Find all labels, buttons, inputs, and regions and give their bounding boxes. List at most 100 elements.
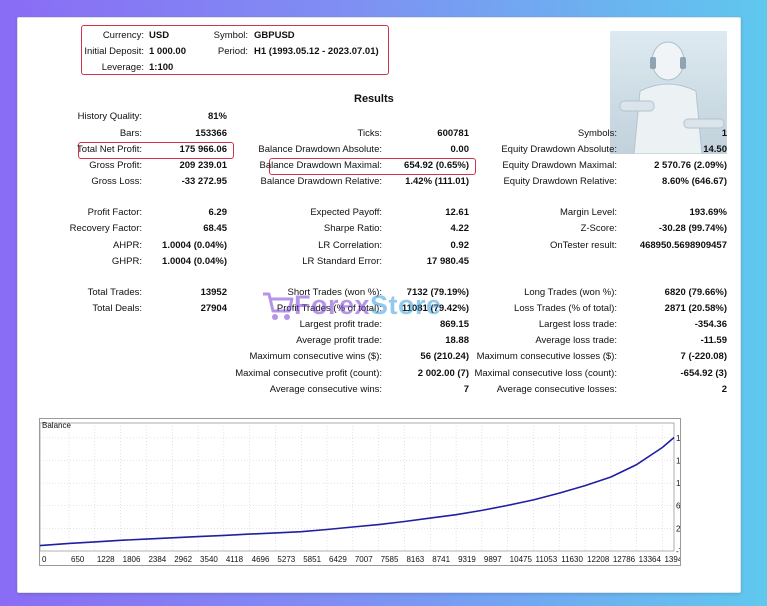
z-score-label: Z-Score:	[580, 223, 617, 234]
loss-trades-value: 2871 (20.58%)	[664, 303, 727, 314]
x-tick-label: 0	[42, 555, 47, 564]
y-tick-label: 175393	[676, 434, 680, 443]
maximal-consecutive-profit-label: Maximal consecutive profit (count):	[235, 368, 382, 379]
y-tick-label: -7812	[676, 547, 680, 556]
balance-chart: 0 650 1228 1806 2384 2962 3540 4118 4696 5273 5851…	[39, 418, 681, 566]
ticks-label: Ticks:	[357, 128, 382, 139]
profit-factor-label: Profit Factor:	[87, 207, 142, 218]
margin-level-label: Margin Level:	[559, 207, 617, 218]
largest-loss-trade-label: Largest loss trade:	[538, 319, 617, 330]
ticks-value: 600781	[437, 128, 469, 139]
total-net-profit-value: 175 966.06	[179, 144, 227, 155]
short-trades-value: 7132 (79.19%)	[406, 287, 469, 298]
bars-value: 153366	[195, 128, 227, 139]
x-tick-label: 12208	[587, 555, 610, 564]
maximal-consecutive-profit-value: 2 002.00 (7)	[417, 368, 469, 379]
x-tick-label: 4696	[252, 555, 270, 564]
largest-loss-trade-value: -354.36	[694, 319, 727, 330]
z-score-value: -30.28 (99.74%)	[658, 223, 727, 234]
ontester-result-label: OnTester result:	[549, 240, 617, 251]
y-tick-label: 65470	[676, 502, 680, 511]
x-tick-label: 3540	[200, 555, 218, 564]
largest-profit-trade-value: 869.15	[439, 319, 469, 330]
lr-correlation-value: 0.92	[450, 240, 470, 251]
chart-title: Balance	[42, 421, 71, 430]
x-tick-label: 9319	[458, 555, 476, 564]
report-panel: Currency: USD Initial Deposit: 1 000.00 …	[17, 17, 741, 593]
expected-payoff-label: Expected Payoff:	[310, 207, 382, 218]
ahpr-value: 1.0004 (0.04%)	[162, 240, 227, 251]
x-tick-label: 2384	[148, 555, 166, 564]
equity-drawdown-relative-value: 8.60% (646.67)	[662, 176, 727, 187]
results-title: Results	[354, 93, 394, 105]
currency-value: USD	[149, 30, 170, 41]
ahpr-label: AHPR:	[112, 240, 142, 251]
total-deals-label: Total Deals:	[92, 303, 142, 314]
balance-drawdown-maximal-value: 654.92 (0.65%)	[404, 160, 469, 171]
currency-label: Currency:	[102, 30, 144, 41]
x-tick-label: 9897	[484, 555, 502, 564]
y-tick-label: 138752	[676, 456, 680, 465]
bars-label: Bars:	[119, 128, 142, 139]
average-consecutive-losses-label: Average consecutive losses:	[496, 384, 617, 395]
x-tick-label: 10475	[510, 555, 533, 564]
equity-drawdown-absolute-value: 14.50	[703, 144, 727, 155]
x-tick-label: 5273	[277, 555, 295, 564]
max-consecutive-losses-value: 7 (-220.08)	[680, 351, 727, 362]
gross-loss-value: -33 272.95	[181, 176, 227, 187]
profit-factor-value: 6.29	[208, 207, 228, 218]
total-trades-label: Total Trades:	[87, 287, 142, 298]
balance-drawdown-absolute-value: 0.00	[450, 144, 470, 155]
x-tick-label: 8741	[432, 555, 450, 564]
balance-drawdown-maximal-label: Balance Drawdown Maximal:	[259, 160, 383, 171]
long-trades-value: 6820 (79.66%)	[664, 287, 727, 298]
lr-correlation-label: LR Correlation:	[318, 240, 382, 251]
average-loss-trade-value: -11.59	[700, 335, 727, 346]
symbols-label: Symbols:	[577, 128, 617, 139]
symbol-label: Symbol:	[213, 30, 248, 41]
x-tick-label: 1806	[123, 555, 141, 564]
gross-profit-label: Gross Profit:	[89, 160, 142, 171]
x-tick-label: 13364	[639, 555, 662, 564]
maximal-consecutive-loss-value: -654.92 (3)	[680, 368, 727, 379]
equity-drawdown-relative-label: Equity Drawdown Relative:	[503, 176, 617, 187]
balance-drawdown-absolute-label: Balance Drawdown Absolute:	[258, 144, 382, 155]
gross-profit-value: 209 239.01	[179, 160, 227, 171]
maximal-consecutive-loss-label: Maximal consecutive loss (count):	[474, 368, 617, 379]
long-trades-label: Long Trades (won %):	[524, 287, 617, 298]
x-tick-label: 8163	[406, 555, 424, 564]
initial-deposit-label: Initial Deposit:	[84, 46, 144, 57]
sharpe-ratio-value: 4.22	[450, 223, 470, 234]
average-consecutive-wins-label: Average consecutive wins:	[269, 384, 382, 395]
balance-chart-svg: 0 650 1228 1806 2384 2962 3540 4118 4696 5273 5851…	[40, 422, 680, 564]
equity-drawdown-absolute-label: Equity Drawdown Absolute:	[501, 144, 617, 155]
average-profit-trade-label: Average profit trade:	[296, 335, 382, 346]
leverage-value: 1:100	[149, 62, 174, 73]
symbols-value: 1	[721, 128, 727, 139]
x-tick-label: 11053	[535, 555, 557, 564]
history-quality-label: History Quality:	[77, 111, 142, 122]
x-tick-label: 11630	[561, 555, 583, 564]
x-tick-label: 5851	[303, 555, 321, 564]
equity-drawdown-maximal-label: Equity Drawdown Maximal:	[502, 160, 617, 171]
leverage-label: Leverage:	[101, 62, 144, 73]
x-tick-label: 7585	[381, 555, 399, 564]
ghpr-label: GHPR:	[111, 256, 142, 267]
profit-trades-value: 11081 (79.42%)	[401, 303, 469, 314]
x-tick-label: 4118	[226, 555, 244, 564]
average-profit-trade-value: 18.88	[445, 335, 469, 346]
period-label: Period:	[217, 46, 248, 57]
largest-profit-trade-label: Largest profit trade:	[299, 319, 382, 330]
lr-standard-error-value: 17 980.45	[426, 256, 469, 267]
max-consecutive-wins-value: 56 (210.24)	[420, 351, 469, 362]
symbol-value: GBPUSD	[254, 30, 295, 41]
profit-trades-label: Profit Trades (% of total):	[276, 303, 382, 314]
sharpe-ratio-label: Sharpe Ratio:	[323, 223, 382, 234]
average-loss-trade-label: Average loss trade:	[535, 335, 617, 346]
initial-deposit-value: 1 000.00	[149, 46, 186, 57]
history-quality-value: 81%	[207, 111, 227, 122]
ontester-result-value: 468950.5698909457	[639, 240, 727, 251]
x-tick-label: 7007	[355, 555, 373, 564]
balance-drawdown-relative-value: 1.42% (111.01)	[405, 176, 469, 187]
average-consecutive-losses-value: 2	[721, 384, 727, 395]
